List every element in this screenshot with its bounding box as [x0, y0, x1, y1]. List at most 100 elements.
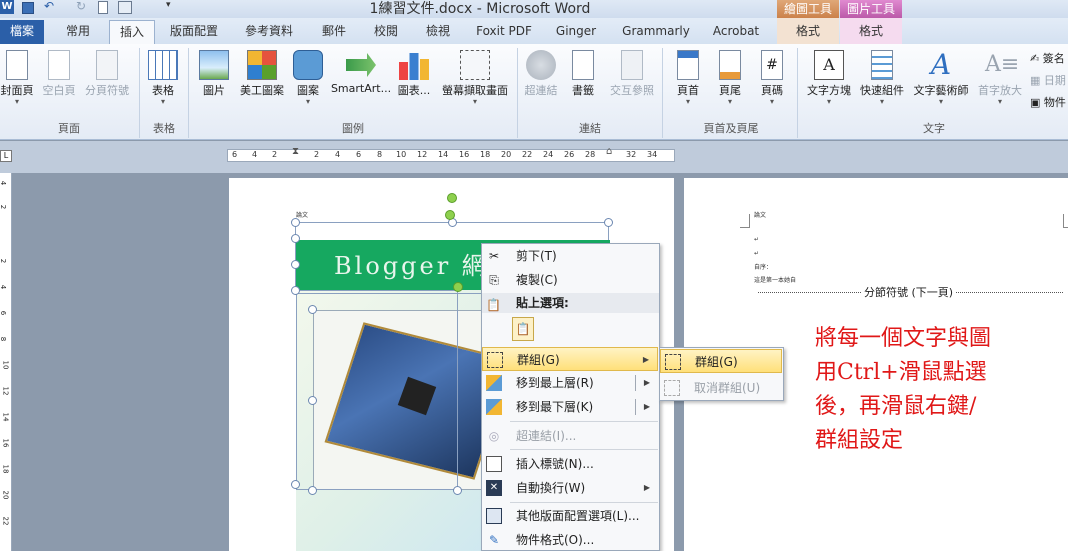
- menu-item-wrap-text[interactable]: ✕ 自動換行(W) ▶: [482, 476, 658, 500]
- rotate-handle[interactable]: [445, 210, 455, 220]
- resize-handle[interactable]: [291, 286, 300, 295]
- margin-corner-mark: [740, 214, 750, 228]
- tab-view[interactable]: 檢視: [416, 20, 460, 44]
- group-label-tables: 表格: [153, 122, 175, 135]
- tab-picture-format[interactable]: 格式: [840, 20, 902, 44]
- chart-icon: [399, 53, 429, 80]
- tab-selector[interactable]: L: [0, 150, 12, 162]
- paragraph-mark: ↵: [754, 250, 760, 257]
- bookmark-button[interactable]: 書籤: [566, 50, 600, 98]
- cross-reference-label: 交互參照: [610, 84, 654, 97]
- quick-parts-button[interactable]: 快速組件 ▾: [857, 50, 907, 106]
- ruler-tick: 6: [232, 150, 238, 159]
- text-box-icon: A: [814, 50, 844, 80]
- section-break-label: 分節符號 (下一頁): [862, 284, 956, 300]
- tab-references[interactable]: 參考資料: [236, 20, 302, 44]
- chart-button[interactable]: 圖表...: [394, 50, 434, 98]
- tab-drawing-format[interactable]: 格式: [777, 20, 839, 44]
- rotate-handle[interactable]: [453, 282, 463, 292]
- print-preview-icon[interactable]: [118, 1, 132, 14]
- hyperlink-button[interactable]: 超連結: [522, 50, 560, 98]
- screenshot-icon: [460, 50, 490, 80]
- rotate-handle[interactable]: [447, 193, 457, 203]
- undo-icon[interactable]: ↶: [44, 0, 54, 13]
- tab-review[interactable]: 校閱: [364, 20, 408, 44]
- submenu-item-group[interactable]: 群組(G): [660, 349, 782, 373]
- save-icon[interactable]: [22, 2, 34, 14]
- wordart-button[interactable]: A 文字藝術師 ▾: [909, 50, 973, 106]
- resize-handle[interactable]: [308, 486, 317, 495]
- screenshot-button[interactable]: 螢幕擷取畫面 ▾: [437, 50, 513, 106]
- resize-handle[interactable]: [291, 480, 300, 489]
- tab-ginger[interactable]: Ginger: [548, 20, 604, 44]
- drop-cap-button[interactable]: A≡ 首字放大 ▾: [974, 50, 1026, 106]
- menu-item-hyperlink[interactable]: ◎ 超連結(I)...: [482, 424, 658, 448]
- page-break-button[interactable]: 分頁符號: [82, 50, 132, 98]
- picture-tools-header: 圖片工具: [840, 0, 902, 20]
- signature-line-button[interactable]: ✍ 簽名: [1030, 50, 1065, 66]
- picture-button[interactable]: 圖片: [196, 50, 232, 98]
- shapes-button[interactable]: 圖案 ▾: [290, 50, 326, 106]
- ruler-tick: 2: [272, 150, 278, 159]
- page2-line[interactable]: 自序：: [754, 262, 772, 271]
- indent-marker-icon[interactable]: ⧗: [292, 146, 299, 157]
- tab-foxit-pdf[interactable]: Foxit PDF: [470, 20, 538, 44]
- right-indent-marker-icon[interactable]: ⌂: [606, 146, 612, 157]
- object-button[interactable]: ▣ 物件: [1030, 94, 1066, 110]
- split-divider: [635, 375, 636, 391]
- menu-item-copy[interactable]: ⎘ 複製(C): [482, 268, 658, 292]
- tab-acrobat[interactable]: Acrobat: [704, 20, 768, 44]
- smartart-button[interactable]: SmartArt...: [330, 50, 392, 95]
- tab-page-layout[interactable]: 版面配置: [164, 20, 224, 44]
- banner-title-text[interactable]: Blogger 網: [334, 246, 489, 281]
- header-button[interactable]: 頁首 ▾: [670, 50, 706, 106]
- menu-item-send-to-back[interactable]: 移到最下層(K) ▶: [482, 395, 658, 419]
- vruler-tick: 4: [0, 180, 8, 186]
- tab-insert[interactable]: 插入: [109, 20, 155, 44]
- menu-item-cut[interactable]: ✂ 剪下(T): [482, 244, 658, 268]
- cover-page-button[interactable]: 封面頁 ▾: [0, 50, 38, 106]
- vruler-tick: 8: [0, 336, 8, 342]
- menu-item-layout-options[interactable]: 其他版面配置選項(L)...: [482, 504, 658, 528]
- hyperlink-icon: ◎: [488, 429, 500, 443]
- screenshot-label: 螢幕擷取畫面: [442, 84, 508, 97]
- group-icon: [487, 352, 503, 368]
- menu-item-format-object[interactable]: ✎ 物件格式(O)...: [482, 528, 658, 551]
- footer-button[interactable]: 頁尾 ▾: [712, 50, 748, 106]
- blank-page-button[interactable]: 空白頁: [40, 50, 78, 98]
- resize-handle[interactable]: [291, 260, 300, 269]
- date-time-button[interactable]: ▦ 日期: [1030, 72, 1066, 88]
- tab-home[interactable]: 常用: [56, 20, 100, 44]
- submenu-arrow-icon: ▶: [642, 355, 649, 364]
- cross-reference-button[interactable]: 交互參照: [606, 50, 658, 98]
- resize-handle[interactable]: [291, 234, 300, 243]
- vertical-ruler[interactable]: 4 2 2 4 6 8 10 12 14 16 18 20 22: [0, 173, 12, 551]
- vruler-tick: 22: [1, 516, 10, 526]
- resize-handle[interactable]: [291, 218, 300, 227]
- tab-grammarly[interactable]: Grammarly: [616, 20, 696, 44]
- resize-handle[interactable]: [453, 486, 462, 495]
- menu-item-bring-to-front[interactable]: 移到最上層(R) ▶: [482, 371, 658, 395]
- menu-item-insert-caption[interactable]: 插入標號(N)...: [482, 452, 658, 476]
- resize-handle[interactable]: [308, 396, 317, 405]
- hyperlink-label: 超連結: [524, 84, 558, 97]
- tab-file[interactable]: 檔案: [0, 20, 44, 44]
- submenu-item-ungroup[interactable]: 取消群組(U): [660, 376, 782, 400]
- clip-art-button[interactable]: 美工圖案: [236, 50, 288, 98]
- tab-mailings[interactable]: 郵件: [312, 20, 356, 44]
- table-button[interactable]: 表格 ▾: [144, 50, 182, 106]
- vruler-tick: 2: [0, 204, 8, 210]
- resize-handle[interactable]: [308, 305, 317, 314]
- menu-item-group[interactable]: 群組(G) ▶: [482, 347, 658, 371]
- page2-line[interactable]: 這是第一本她自: [754, 275, 796, 284]
- new-doc-icon[interactable]: [98, 1, 108, 14]
- horizontal-ruler[interactable]: 6 4 2 2 4 6 8 10 12 14 16 18 20 22 24 26…: [227, 146, 675, 162]
- redo-icon[interactable]: ↻: [76, 0, 86, 13]
- text-box-button[interactable]: A 文字方塊 ▾: [802, 50, 856, 106]
- quick-access-dropdown-icon[interactable]: ▾: [166, 0, 171, 10]
- header-label: 頁首: [677, 84, 699, 97]
- resize-handle[interactable]: [604, 218, 613, 227]
- page-number-button[interactable]: # 頁碼 ▾: [754, 50, 790, 106]
- paste-option-icon[interactable]: 📋: [512, 317, 534, 341]
- word-app-icon[interactable]: W: [0, 0, 14, 14]
